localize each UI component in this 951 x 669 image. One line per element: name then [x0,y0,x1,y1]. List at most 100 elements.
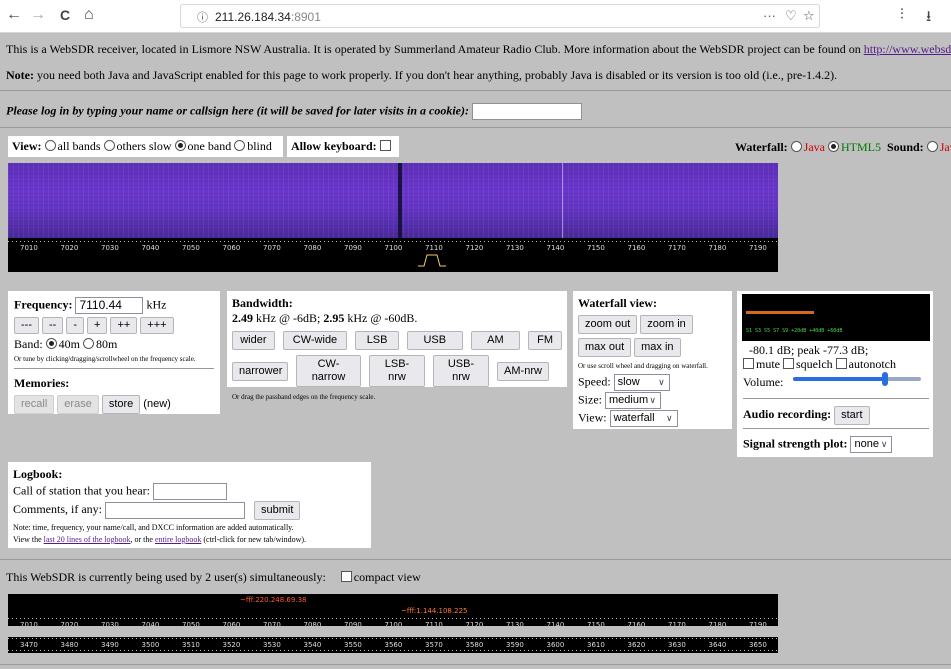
login-prompt: Please log in by typing your name or cal… [6,103,469,118]
scale-tick-label: 7030 [101,621,119,626]
scale-tick-label: 3510 [182,641,200,649]
keyboard-checkbox[interactable] [379,140,391,151]
frequency-label: Frequency: [14,297,73,312]
recording-start-button[interactable]: start [834,406,870,425]
mute-checkbox[interactable] [743,358,754,369]
submit-button[interactable]: submit [254,501,301,520]
plot-row: Signal strength plot: none ∨ [743,436,893,453]
scale-tick-label: 3570 [425,641,443,649]
websdr-link[interactable]: http://www.websdr.org [864,42,951,56]
wider-button[interactable]: wider [232,331,275,350]
volume-slider[interactable] [793,372,921,386]
comments-row: Comments, if any: submit [13,501,366,520]
sound-java-label: Java [939,140,951,154]
size-select[interactable]: medium ∨ [605,392,661,409]
home-icon[interactable]: ⌂ [84,5,94,25]
step-plus-3-button[interactable]: +++ [140,317,174,334]
logbook-view-line: View the last 20 lines of the logbook, o… [13,535,366,544]
logbook-last20-link[interactable]: last 20 lines of the logbook [44,535,131,544]
logbook-entire-link[interactable]: entire logbook [155,535,201,544]
max-in-button[interactable]: max in [634,338,681,357]
cw-wide-button[interactable]: CW-wide [282,331,348,350]
view-radio-one-band[interactable] [174,140,186,151]
band-80m-overview-scale[interactable]: 3470 3480 3490 3500 3510 3520 3530 3540 3550 3560… [8,637,778,653]
plot-select[interactable]: none ∨ [850,436,893,453]
user-marker: ~fff:220.248.69.38 [240,596,307,604]
view-select[interactable]: waterfall ∨ [609,410,678,427]
step-minus-2-button[interactable]: -- [42,317,64,334]
scale-tick-label: 3550 [344,641,362,649]
autonotch-checkbox[interactable] [835,358,847,369]
band-radio-80m[interactable] [83,338,95,349]
step-plus-2-button[interactable]: ++ [110,317,138,334]
waterfall-radio-java[interactable] [790,141,802,152]
lsb-button[interactable]: LSB [355,331,399,350]
bookmark-star-icon[interactable]: ☆ [803,8,815,24]
band-radio-40m[interactable] [45,338,57,349]
compact-view-checkbox[interactable] [340,571,352,582]
waterfall-display[interactable] [8,163,778,238]
sound-radio-java[interactable] [926,141,938,152]
scale-tick-label: 7090 [344,621,362,626]
page-actions-icon[interactable]: ··· [763,8,776,23]
login-input[interactable] [471,103,582,120]
squelch-checkbox[interactable] [783,358,794,369]
store-button[interactable]: store [101,395,141,414]
pocket-icon[interactable]: ♡ [785,8,797,24]
usb-button[interactable]: USB [406,331,463,350]
zoom-row1: zoom out zoom in [578,315,727,334]
scale-tick-label: 7190 [749,621,767,626]
scale-tick-label: 7060 [222,244,241,252]
bandwidth-6db-value: 2.49 [232,311,253,325]
intro-text: This is a WebSDR receiver, located in Li… [6,42,864,56]
zoom-in-button[interactable]: zoom in [640,315,693,334]
speed-select[interactable]: slow ∨ [613,374,670,391]
erase-button[interactable]: erase [57,395,99,414]
memory-buttons: recall erase store (new) [14,395,214,414]
logbook-panel: Logbook: Call of station that you hear: … [8,462,371,548]
waterfall-radio-html5[interactable] [827,141,839,152]
address-host: 211.26.184.34 [215,10,291,24]
fm-button[interactable]: FM [528,331,563,350]
lsb-nrw-button[interactable]: LSB-nrw [369,355,425,387]
view-radio-all-bands[interactable] [44,140,56,151]
view-radio-blind[interactable] [234,140,246,151]
volume-knob[interactable] [882,372,888,386]
call-row: Call of station that you hear: [13,483,366,500]
download-icon[interactable]: ⭳ [926,6,931,31]
frequency-panel: Frequency: 7110.44 kHz --- -- - + ++ +++… [8,291,220,414]
reload-icon[interactable]: C [60,5,70,25]
site-info-icon[interactable]: ⓘ [197,9,208,25]
scale-tick-label: 7180 [708,621,727,626]
view-option-label: one band [187,139,232,153]
am-nrw-button[interactable]: AM-nrw [497,361,549,381]
max-out-button[interactable]: max out [578,338,632,357]
recall-button[interactable]: recall [14,395,55,414]
scale-tick-label: 3590 [506,641,524,649]
am-button[interactable]: AM [470,331,521,350]
zoom-out-button[interactable]: zoom out [578,315,638,334]
step-minus-3-button[interactable]: --- [14,317,39,334]
step-plus-1-button[interactable]: + [87,317,108,334]
usb-nrw-button[interactable]: USB-nrw [433,355,489,387]
library-icon[interactable]: ⫶ [900,6,904,23]
cw-narrow-button[interactable]: CW-narrow [296,355,361,387]
band-40m-overview-scale[interactable]: ~fff:220.248.69.38 ~fff:1.144.108.225 70… [8,594,778,626]
speed-label: Speed: [578,374,611,389]
waterfall-hint: Or use scroll wheel and dragging on wate… [578,362,708,370]
size-row: Size: medium ∨ [578,392,727,409]
divider [743,398,929,399]
view-radio-others-slow[interactable] [103,140,115,151]
frequency-scale[interactable]: 7010 7020 7030 7040 7050 7060 7070 7080 7090 7100… [8,238,778,272]
step-minus-1-button[interactable]: - [66,317,84,334]
user-marker: ~fff:1.144.108.225 [401,607,468,615]
address-bar[interactable]: ⓘ 211.26.184.34:8901 ··· ♡ ☆ [180,4,820,28]
scale-tick-label: 7080 [303,621,322,626]
back-icon[interactable]: ← [6,5,22,25]
passband-marker[interactable] [416,252,448,268]
comments-input[interactable] [105,501,245,519]
narrower-button[interactable]: narrower [232,361,288,381]
forward-icon[interactable]: → [30,5,46,25]
call-input[interactable] [152,483,227,500]
frequency-input[interactable]: 7110.44 [75,297,144,314]
